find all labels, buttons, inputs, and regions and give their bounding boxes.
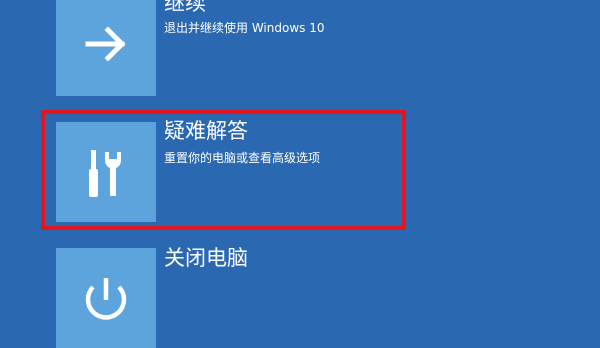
continue-subtitle: 退出并继续使用 Windows 10 xyxy=(164,21,325,35)
troubleshoot-option[interactable]: 疑难解答 重置你的电脑或查看高级选项 xyxy=(56,119,576,222)
arrow-right-icon xyxy=(85,26,126,62)
shutdown-title: 关闭电脑 xyxy=(164,246,248,270)
shutdown-option[interactable]: 关闭电脑 xyxy=(56,246,576,348)
power-icon xyxy=(85,278,127,320)
troubleshoot-title: 疑难解答 xyxy=(164,119,248,143)
shutdown-tile[interactable] xyxy=(56,248,156,348)
continue-title: 继续 xyxy=(164,0,206,15)
continue-option[interactable]: 继续 退出并继续使用 Windows 10 xyxy=(56,0,576,96)
troubleshoot-subtitle: 重置你的电脑或查看高级选项 xyxy=(164,151,321,165)
tools-icon xyxy=(89,150,121,197)
troubleshoot-tile[interactable] xyxy=(56,122,156,222)
continue-tile[interactable] xyxy=(56,0,156,96)
